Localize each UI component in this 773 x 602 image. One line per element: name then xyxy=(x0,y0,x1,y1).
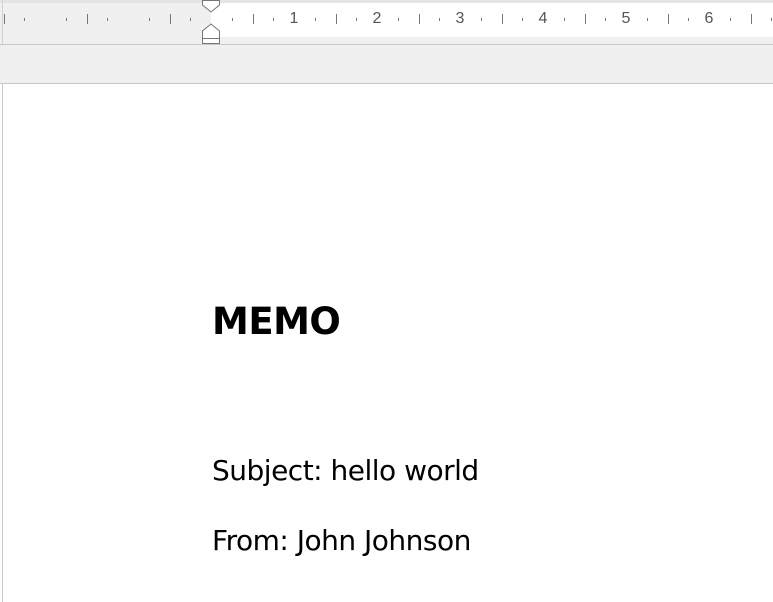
ruler-number: 2 xyxy=(372,10,382,27)
ruler-tick xyxy=(170,14,171,24)
ruler-tick xyxy=(668,14,669,24)
ruler-tick xyxy=(771,18,772,21)
ruler-tick xyxy=(564,18,565,21)
ruler-tick xyxy=(419,14,420,24)
ruler-tick xyxy=(336,14,337,24)
ruler-tick xyxy=(439,18,440,21)
indent-marker-icon[interactable] xyxy=(201,0,221,45)
memo-heading[interactable]: MEMO xyxy=(212,300,341,343)
ruler-tick xyxy=(4,14,5,24)
ruler-number: 4 xyxy=(538,10,548,27)
from-line[interactable]: From: John Johnson xyxy=(212,524,471,557)
subject-line[interactable]: Subject: hello world xyxy=(212,454,479,487)
ruler-tick xyxy=(688,18,689,21)
ruler-number: 5 xyxy=(621,10,631,27)
ruler-tick xyxy=(66,18,67,21)
horizontal-ruler[interactable]: 1 2 3 4 5 6 xyxy=(0,0,773,45)
ruler-tick xyxy=(273,18,274,21)
ruler-tick xyxy=(481,18,482,21)
ruler-tick xyxy=(522,18,523,21)
ruler-tick xyxy=(190,18,191,21)
ruler-tick xyxy=(315,18,316,21)
ruler-tick xyxy=(232,18,233,21)
ruler-tick xyxy=(149,18,150,21)
ruler-tick xyxy=(107,18,108,21)
ruler-tick xyxy=(605,18,606,21)
ruler-number: 6 xyxy=(704,10,714,27)
ruler-tick xyxy=(585,14,586,24)
ruler-tick xyxy=(356,18,357,21)
ruler-number: 1 xyxy=(289,10,299,27)
ruler-tick xyxy=(24,18,25,21)
ruler-tick xyxy=(730,18,731,21)
ruler-tick xyxy=(398,18,399,21)
ruler-tick xyxy=(87,14,88,24)
ruler-tick xyxy=(253,14,254,24)
ruler-gutter xyxy=(0,45,773,84)
ruler-tick xyxy=(647,18,648,21)
ruler-tick xyxy=(502,14,503,24)
ruler-number: 3 xyxy=(455,10,465,27)
ruler-tick xyxy=(751,14,752,24)
